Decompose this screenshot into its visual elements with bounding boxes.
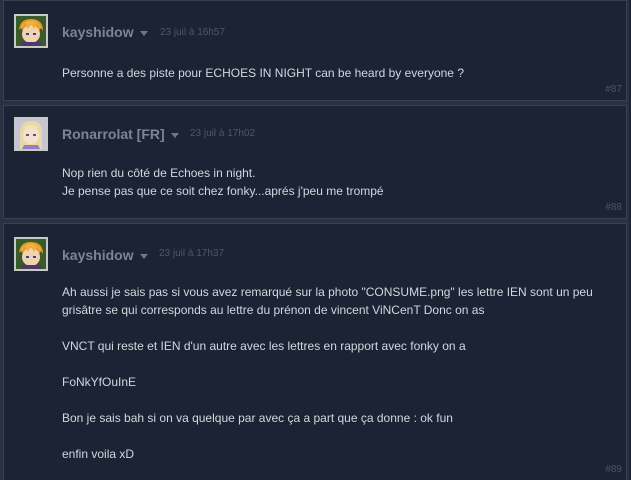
author-name[interactable]: kayshidow (62, 247, 148, 263)
anime-boy-avatar-icon[interactable] (14, 14, 48, 48)
author-name[interactable]: Ronarrolat [FR] (62, 126, 179, 142)
comment-post: Ronarrolat [FR] 23 juil à 17h02 Nop rien… (3, 105, 627, 219)
post-date: 23 juil à 16h57 (160, 27, 226, 38)
author-name[interactable]: kayshidow (62, 24, 148, 40)
post-content: Ah aussi je sais pas si vous avez remarq… (62, 283, 612, 463)
chevron-down-icon[interactable] (170, 132, 179, 138)
post-content: Nop rien du côté de Echoes in night. Je … (62, 164, 612, 200)
content-paragraph: VNCT qui reste et IEN d'un autre avec le… (62, 339, 466, 353)
content-line: Personne a des piste pour ECHOES IN NIGH… (62, 66, 464, 80)
content-paragraph: FoNkYfOuInE (62, 375, 137, 389)
content-paragraph: enfin voila xD (62, 447, 135, 461)
comment-thread: kayshidow 23 juil à 16h57 Personne a des… (0, 0, 631, 480)
content-line: Nop rien du côté de Echoes in night. (62, 166, 256, 180)
anime-boy-avatar-icon[interactable] (14, 237, 48, 271)
chevron-down-icon[interactable] (139, 253, 148, 259)
post-number-link[interactable]: #87 (605, 84, 622, 95)
post-date: 23 juil à 17h02 (190, 128, 256, 139)
post-date: 23 juil à 17h37 (159, 248, 225, 259)
post-number-link[interactable]: #89 (605, 464, 622, 475)
comment-post: kayshidow 23 juil à 17h37 Ah aussi je sa… (3, 223, 627, 480)
post-content: Personne a des piste pour ECHOES IN NIGH… (62, 64, 612, 82)
content-paragraph: Bon je sais bah si on va quelque par ave… (62, 411, 453, 425)
anime-girl-avatar-icon[interactable] (14, 117, 48, 151)
content-line: Je pense pas que ce soit chez fonky...ap… (62, 184, 384, 198)
comment-post: kayshidow 23 juil à 16h57 Personne a des… (3, 0, 627, 101)
content-paragraph: Ah aussi je sais pas si vous avez remarq… (62, 285, 593, 317)
chevron-down-icon[interactable] (139, 30, 148, 36)
post-number-link[interactable]: #88 (605, 202, 622, 213)
